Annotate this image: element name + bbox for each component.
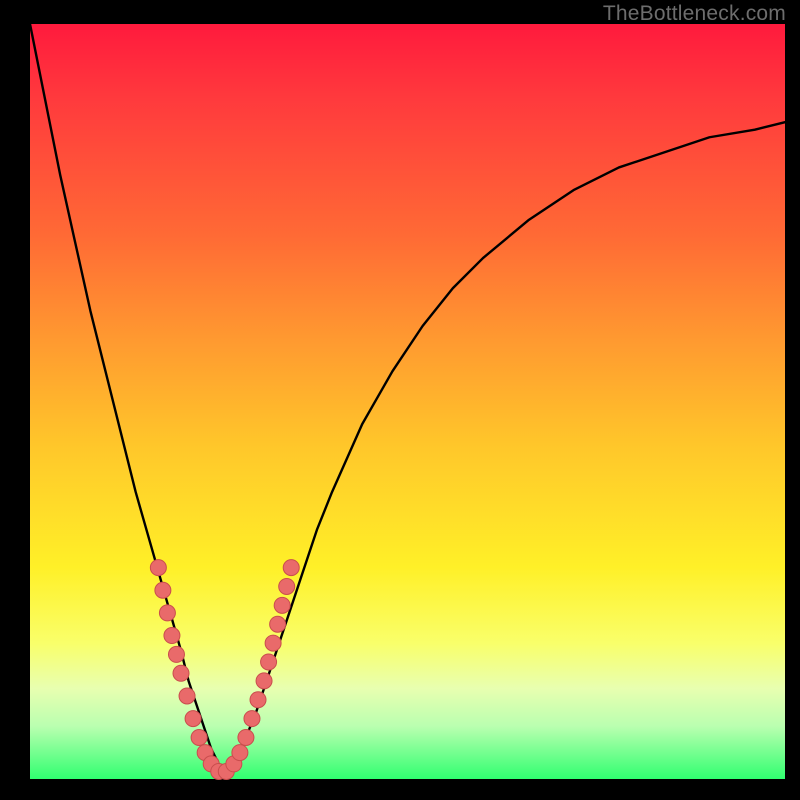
chart-stage: TheBottleneck.com (0, 0, 800, 800)
curve-marker (168, 646, 184, 662)
chart-svg (30, 24, 785, 779)
curve-marker (244, 711, 260, 727)
curve-marker (232, 745, 248, 761)
curve-marker (164, 628, 180, 644)
plot-area (30, 24, 785, 779)
curve-marker (191, 729, 207, 745)
curve-marker (185, 711, 201, 727)
curve-marker (261, 654, 277, 670)
curve-marker (159, 605, 175, 621)
curve-marker (250, 692, 266, 708)
curve-marker (283, 560, 299, 576)
curve-markers (150, 560, 299, 780)
curve-marker (256, 673, 272, 689)
curve-marker (150, 560, 166, 576)
curve-marker (179, 688, 195, 704)
watermark-text: TheBottleneck.com (603, 2, 786, 26)
curve-marker (173, 665, 189, 681)
bottleneck-curve (30, 24, 785, 771)
curve-marker (265, 635, 281, 651)
curve-marker (279, 578, 295, 594)
curve-marker (155, 582, 171, 598)
curve-marker (270, 616, 286, 632)
curve-marker (274, 597, 290, 613)
curve-marker (238, 729, 254, 745)
